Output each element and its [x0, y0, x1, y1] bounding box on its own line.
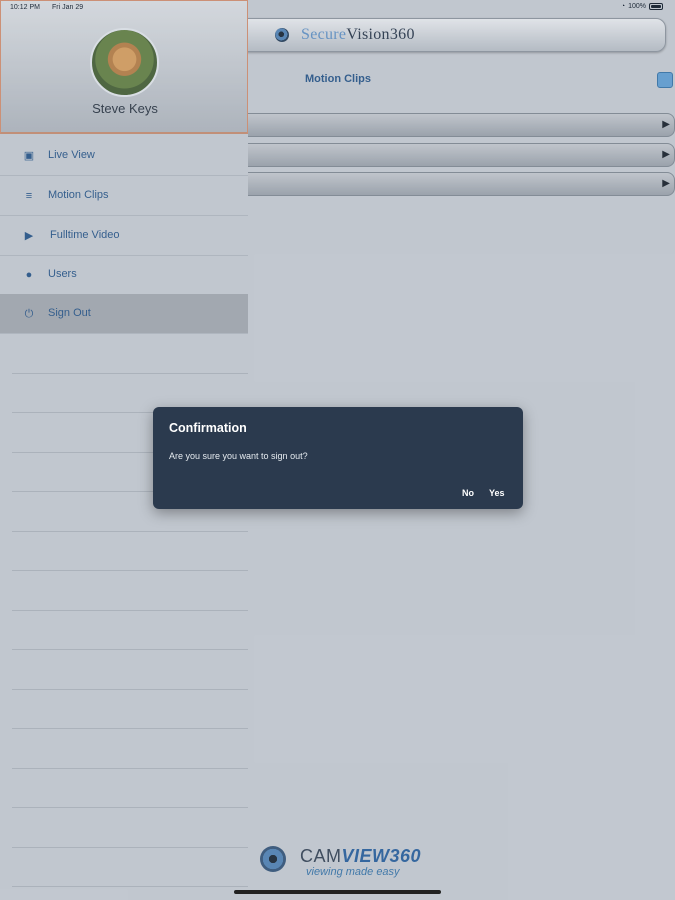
- wifi-icon: ◔: [620, 3, 626, 10]
- battery-percent: 100%: [628, 3, 646, 10]
- dialog-title: Confirmation: [169, 421, 247, 435]
- confirmation-dialog: Confirmation Are you sure you want to si…: [153, 407, 523, 509]
- status-date: Fri Jan 29: [52, 4, 84, 11]
- yes-button[interactable]: Yes: [489, 488, 505, 498]
- dialog-message: Are you sure you want to sign out?: [169, 451, 308, 461]
- no-button[interactable]: No: [462, 488, 474, 498]
- battery-icon: [649, 3, 663, 10]
- status-bar: 10:12 PM Fri Jan 29 ◔ 100%: [0, 0, 675, 16]
- home-indicator[interactable]: [234, 890, 441, 894]
- status-time: 10:12 PM: [10, 4, 40, 11]
- status-indicators: ◔ 100%: [621, 3, 663, 10]
